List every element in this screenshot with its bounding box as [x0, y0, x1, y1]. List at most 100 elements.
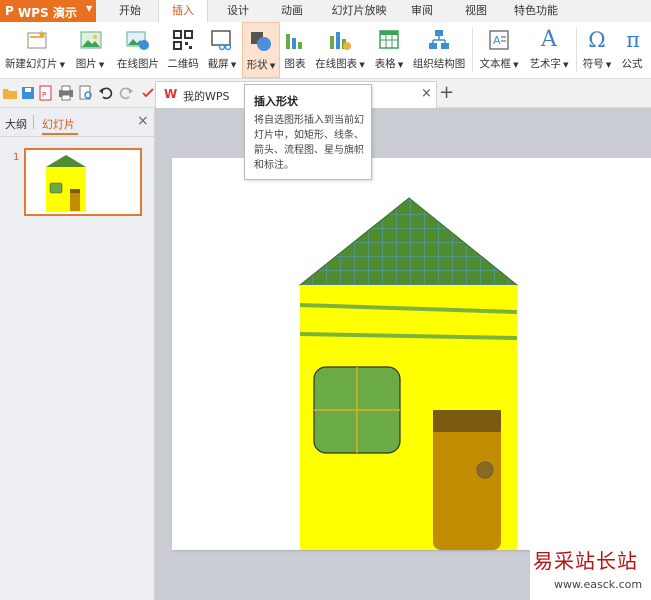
chart-button[interactable]: 图表 [280, 22, 310, 76]
formula-label: 公式 [621, 58, 643, 70]
tab-special[interactable]: 特色功能 [508, 0, 564, 22]
door-shape[interactable] [433, 410, 501, 550]
dropdown-arrow-icon: ▼ [96, 61, 105, 69]
print-preview-icon[interactable] [78, 85, 94, 101]
picture-label: 图片 ▼ [75, 58, 105, 70]
chart-icon [286, 34, 302, 49]
close-tab-icon[interactable]: × [421, 86, 432, 101]
online-picture-button[interactable]: 在线图片 [112, 22, 164, 76]
new-slide-icon [27, 30, 47, 49]
ribbon-insert: 新建幻灯片 ▼ 图片 ▼ 在线图片 二维码 截屏 ▼ 形状 ▼ 图表 在线图表 … [0, 22, 651, 79]
tab-bar: P WPS 演示 ▼ 开始 插入 设计 动画 幻灯片放映 审阅 视图 特色功能 [0, 0, 651, 23]
table-button[interactable]: 表格 ▼ [372, 22, 406, 76]
open-folder-icon[interactable] [2, 85, 18, 101]
dropdown-arrow-icon: ▼ [560, 61, 569, 69]
customize-toolbar-icon[interactable] [140, 85, 156, 101]
close-panel-icon[interactable]: × [137, 113, 149, 129]
slide-thumbnail-image [46, 155, 86, 212]
chevron-down-icon: ▼ [86, 4, 93, 13]
symbol-label: 符号 ▼ [582, 58, 612, 70]
shape-tooltip: 插入形状 将自选图形插入到当前幻灯片中，如矩形、线条、箭头、流程图、星与旗帜和标… [244, 84, 372, 180]
svg-text:P: P [42, 91, 46, 99]
window-shape[interactable] [313, 366, 401, 454]
new-tab-icon[interactable]: + [439, 82, 454, 103]
save-icon[interactable] [20, 85, 36, 101]
wordart-icon: A [541, 27, 557, 52]
tab-design[interactable]: 设计 [218, 0, 258, 22]
tooltip-title: 插入形状 [254, 95, 298, 108]
tab-view[interactable]: 视图 [456, 0, 496, 22]
watermark-title: 易采站长站 [533, 549, 638, 573]
qrcode-button[interactable]: 二维码 [166, 22, 200, 76]
wps-logo-icon: P [5, 4, 14, 18]
screenshot-button[interactable]: 截屏 ▼ [204, 22, 240, 76]
new-slide-button[interactable]: 新建幻灯片 ▼ [2, 22, 68, 76]
dropdown-arrow-icon: ▼ [603, 61, 612, 69]
new-slide-label: 新建幻灯片 ▼ [4, 58, 66, 70]
document-tab-label: 我的WPS [183, 90, 230, 103]
omega-icon: Ω [588, 28, 606, 52]
formula-button[interactable]: π 公式 [616, 22, 648, 76]
redo-icon[interactable] [118, 85, 134, 101]
shape-icon [251, 32, 271, 51]
app-menu-button[interactable]: P WPS 演示 ▼ [0, 0, 96, 22]
shape-label: 形状 ▼ [246, 59, 276, 71]
tab-home[interactable]: 开始 [108, 0, 152, 22]
app-title: WPS 演示 [18, 6, 77, 20]
shape-button[interactable]: 形状 ▼ [242, 22, 280, 78]
active-tab-underline [42, 133, 78, 135]
textbox-icon: A [489, 30, 509, 50]
qrcode-icon [173, 30, 193, 50]
print-icon[interactable] [58, 85, 74, 101]
dropdown-arrow-icon: ▼ [395, 61, 404, 69]
org-chart-button[interactable]: 组织结构图 [410, 22, 468, 76]
textbox-button[interactable]: A 文本框 ▼ [476, 22, 522, 76]
wordart-label: 艺术字 ▼ [529, 58, 569, 70]
qrcode-label: 二维码 [167, 58, 199, 70]
symbol-button[interactable]: Ω 符号 ▼ [580, 22, 614, 76]
dropdown-arrow-icon: ▼ [510, 61, 519, 69]
dropdown-arrow-icon: ▼ [228, 61, 237, 69]
pi-icon: π [626, 28, 640, 52]
outline-tab[interactable]: 大纲 [5, 116, 27, 132]
wps-w-logo-icon: W [164, 87, 178, 101]
dropdown-arrow-icon: ▼ [267, 62, 276, 70]
site-watermark: 易采站长站 www.easck.com [530, 545, 651, 600]
slide-thumbnail[interactable] [24, 148, 142, 216]
online-picture-label: 在线图片 [117, 58, 159, 70]
tab-insert[interactable]: 插入 [158, 0, 208, 23]
org-chart-icon [429, 30, 449, 49]
chart-label: 图表 [284, 58, 306, 70]
online-picture-icon [126, 31, 149, 50]
tab-slideshow[interactable]: 幻灯片放映 [326, 0, 392, 22]
slide-canvas[interactable] [172, 158, 651, 550]
panel-tabs: 大纲 幻灯片 × [0, 108, 154, 137]
export-pdf-icon[interactable]: P [38, 85, 54, 101]
online-chart-label: 在线图表 ▼ [315, 58, 365, 70]
svg-text:A: A [493, 34, 501, 47]
tooltip-description: 将自选图形插入到当前幻灯片中，如矩形、线条、箭头、流程图、星与旗帜和标注。 [254, 115, 364, 171]
slides-panel: 大纲 幻灯片 × 1 [0, 108, 155, 600]
tab-animation[interactable]: 动画 [272, 0, 312, 22]
watermark-url: www.easck.com [554, 578, 643, 591]
house-drawing [298, 197, 519, 550]
slides-tab[interactable]: 幻灯片 [42, 116, 75, 132]
ribbon-divider [472, 28, 473, 72]
wordart-button[interactable]: A 艺术字 ▼ [526, 22, 572, 76]
dropdown-arrow-icon: ▼ [57, 61, 66, 69]
online-chart-icon [330, 32, 351, 50]
org-chart-label: 组织结构图 [412, 58, 466, 70]
panel-tab-divider [33, 115, 34, 129]
picture-button[interactable]: 图片 ▼ [72, 22, 108, 76]
picture-icon [80, 31, 102, 49]
roof-shape[interactable] [298, 197, 519, 286]
textbox-label: 文本框 ▼ [479, 58, 519, 70]
screenshot-label: 截屏 ▼ [207, 58, 237, 70]
ribbon-divider [576, 28, 577, 72]
slide-number: 1 [13, 152, 20, 163]
online-chart-button[interactable]: 在线图表 ▼ [312, 22, 368, 76]
table-label: 表格 ▼ [374, 58, 404, 70]
tab-review[interactable]: 审阅 [402, 0, 442, 22]
screenshot-icon [211, 30, 232, 51]
undo-icon[interactable] [98, 85, 114, 101]
